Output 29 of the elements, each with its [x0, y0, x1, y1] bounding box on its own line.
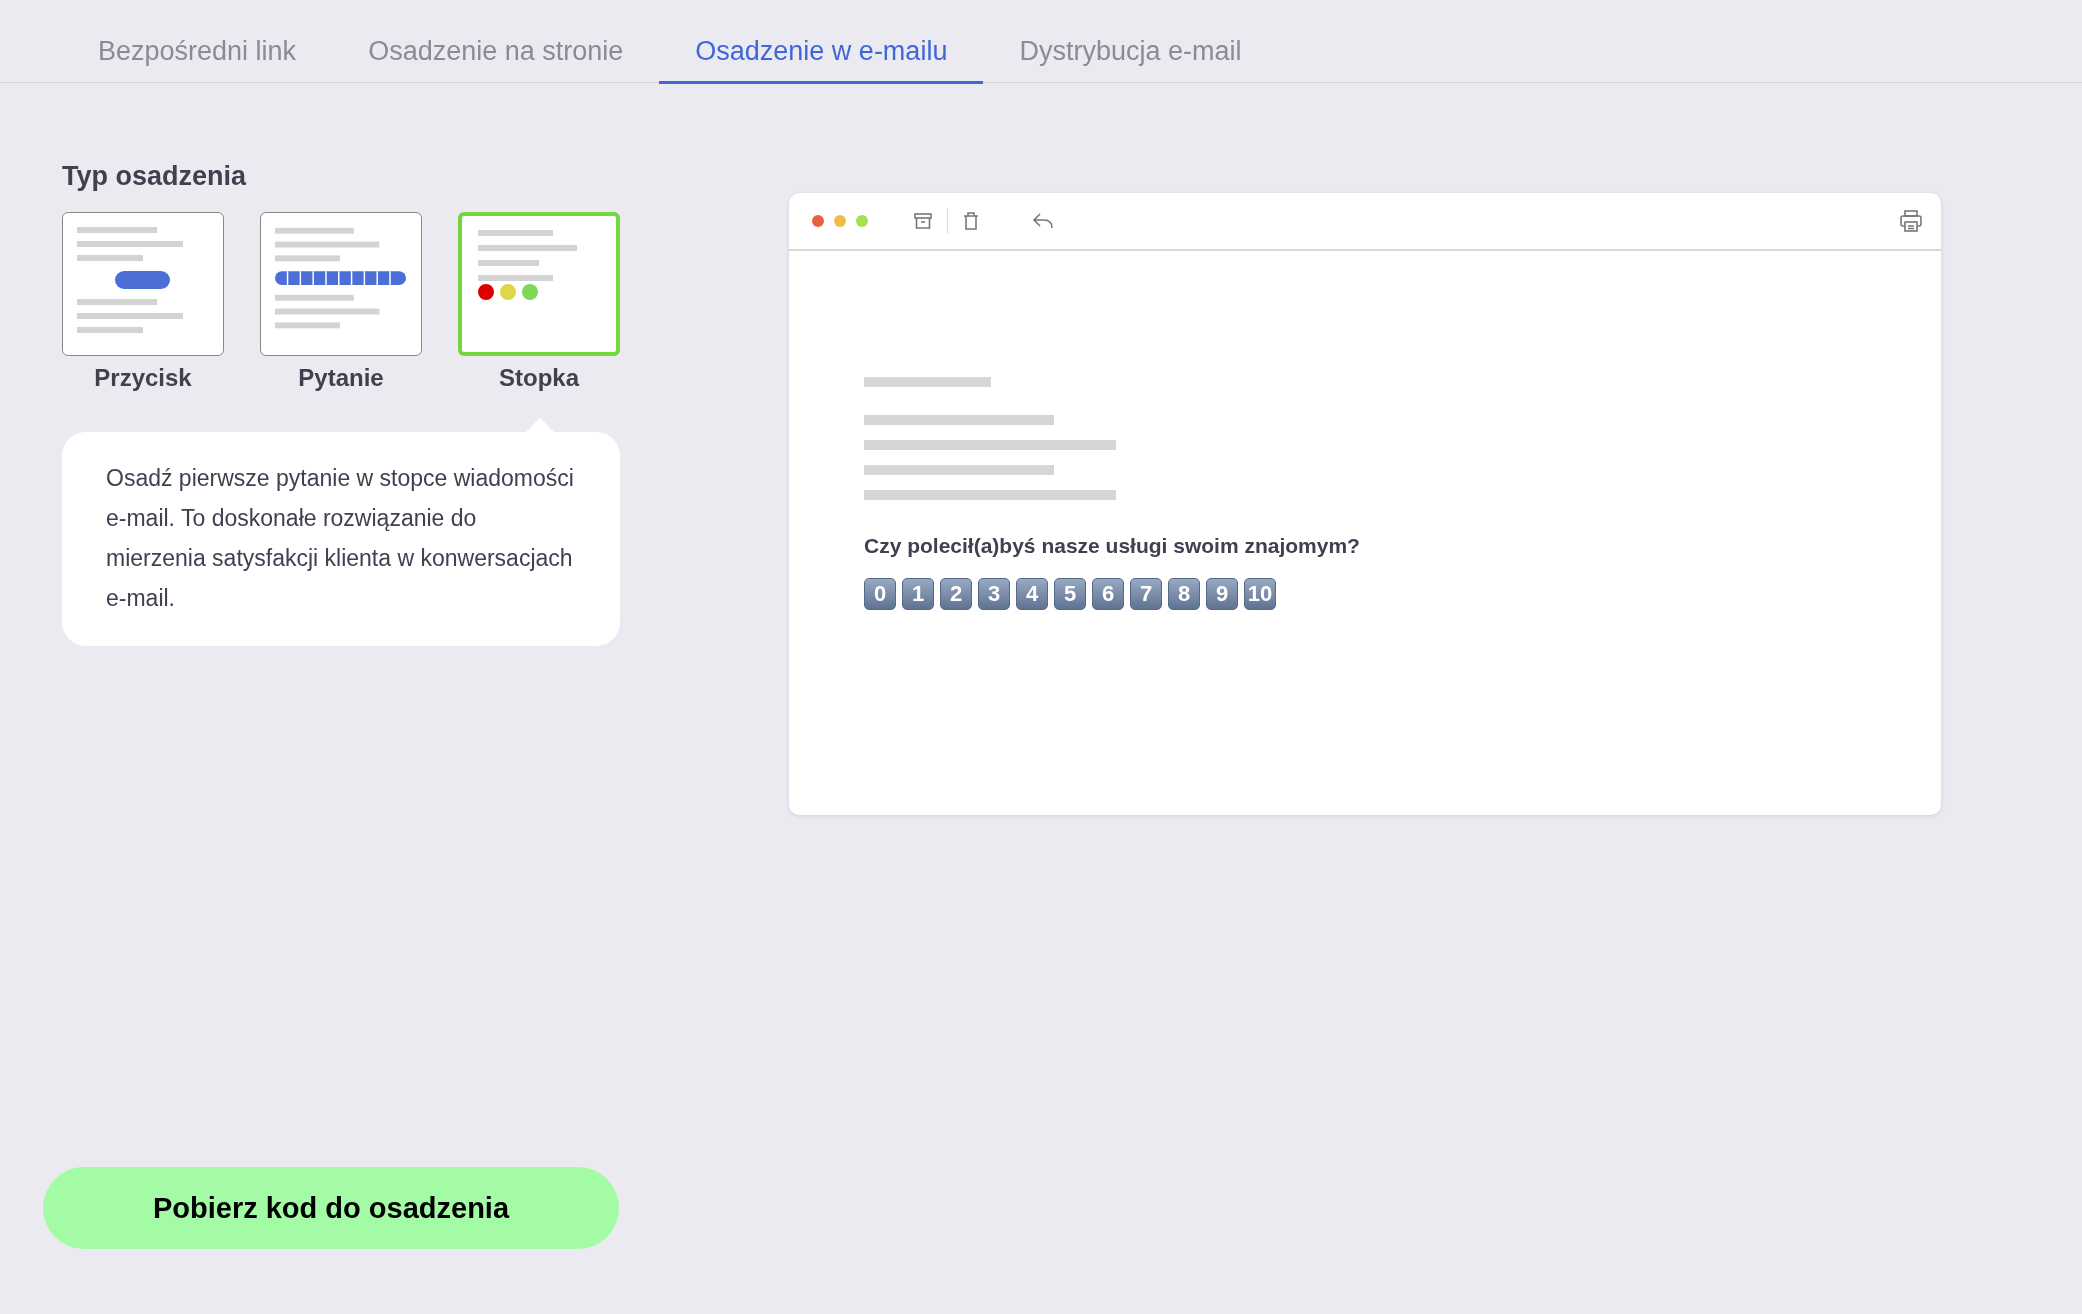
section-heading: Typ osadzenia: [62, 161, 248, 192]
tab[interactable]: Dystrybucja e-mail: [983, 0, 1278, 84]
window-controls-icon: [811, 214, 869, 228]
archive-icon[interactable]: [913, 211, 933, 231]
get-code-button[interactable]: Pobierz kod do osadzenia: [43, 1167, 619, 1249]
rating-key[interactable]: 6: [1092, 578, 1124, 610]
rating-key[interactable]: 8: [1168, 578, 1200, 610]
rating-key[interactable]: 4: [1016, 578, 1048, 610]
rating-key[interactable]: 2: [940, 578, 972, 610]
option-label: Pytanie: [298, 364, 384, 392]
option-label: Przycisk: [94, 364, 192, 392]
option-label: Stopka: [499, 364, 579, 392]
trash-icon[interactable]: [962, 211, 980, 231]
rating-key[interactable]: 1: [902, 578, 934, 610]
rating-key[interactable]: 0: [864, 578, 896, 610]
survey-question: Czy polecił(a)byś nasze usługi swoim znajomym?: [864, 534, 1361, 558]
rating-key[interactable]: 9: [1206, 578, 1238, 610]
printer-icon[interactable]: [1899, 209, 1923, 233]
tab[interactable]: Osadzenie w e-mailu: [659, 0, 984, 84]
rating-key[interactable]: 3: [978, 578, 1010, 610]
embed-option-card[interactable]: [62, 212, 224, 356]
reply-icon[interactable]: [1032, 212, 1054, 230]
rating-key[interactable]: 10: [1244, 578, 1276, 610]
embed-option-card[interactable]: [260, 212, 422, 356]
rating-key[interactable]: 7: [1130, 578, 1162, 610]
rating-key[interactable]: 5: [1054, 578, 1086, 610]
description-text: Osadź pierwsze pytanie w stopce wiadomości e-mail. To doskonałe rozwiązanie do mierzenia satysfakcji klienta w konwersacjach e-mail.: [106, 464, 575, 613]
tab[interactable]: Bezpośredni link: [62, 0, 333, 84]
tab[interactable]: Osadzenie na stronie: [332, 0, 660, 84]
